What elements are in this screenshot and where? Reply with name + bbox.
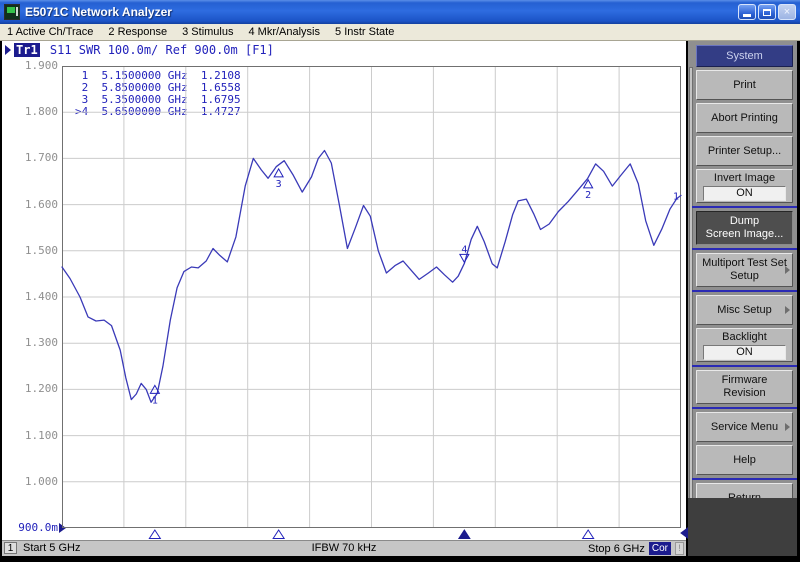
softkey-printer-setup[interactable]: Printer Setup... [696, 136, 793, 166]
status-bar: 1 Start 5 GHz IFBW 70 kHz Stop 6 GHz Cor… [2, 540, 686, 556]
softkey-stack: System Print Abort Printing Printer Setup..… [696, 45, 793, 513]
softkey-label: Help [733, 454, 756, 467]
softkey-label-line2: Setup [730, 270, 759, 283]
menu-bar: 1 Active Ch/Trace 2 Response 3 Stimulus 4 M… [0, 24, 800, 41]
softkey-print[interactable]: Print [696, 70, 793, 100]
close-icon: × [784, 7, 790, 18]
softkey-label: Abort Printing [711, 112, 778, 125]
softkey-label-line2: Screen Image... [706, 228, 784, 241]
trace-marker-number: 3 [276, 179, 282, 190]
softkey-multiport-test-set[interactable]: Multiport Test SetSetup [696, 253, 793, 287]
active-trace-arrow-icon [5, 45, 11, 55]
y-axis-label: 1.000 [4, 476, 58, 488]
softkey-separator [692, 407, 797, 409]
softkey-separator [692, 478, 797, 480]
softkey-label: System [726, 50, 763, 63]
softkey-misc-setup[interactable]: Misc Setup [696, 295, 793, 325]
softkey-label: Invert Image [714, 172, 775, 185]
softkey-firmware[interactable]: FirmwareRevision [696, 370, 793, 404]
softkey-invert-image[interactable]: Invert ImageON [696, 169, 793, 203]
channel-indicator: 1 [4, 542, 17, 554]
restore-button[interactable] [758, 4, 776, 20]
y-axis-label: 1.300 [4, 337, 58, 349]
menu-item-3[interactable]: 3 Stimulus [182, 26, 233, 38]
swr-plot[interactable]: 1 2 3 4 1 [62, 66, 681, 546]
softkey-separator [692, 365, 797, 367]
softkey-scroll-strip[interactable] [689, 67, 693, 519]
softkey-separator [692, 290, 797, 292]
softkey-label: Multiport Test Set [702, 257, 787, 270]
softkey-help[interactable]: Help [696, 445, 793, 475]
correction-status-badge: Cor [649, 542, 671, 555]
start-frequency-label: Start 5 GHz [23, 542, 80, 554]
measurement-display: Tr1 S11 SWR 100.0m/ Ref 900.0m [F1] 1.90… [2, 41, 686, 556]
trace-marker-number: 1 [152, 395, 158, 406]
stimulus-marker-icon [273, 530, 284, 539]
y-axis-label: 1.500 [4, 245, 58, 257]
window-title: E5071C Network Analyzer [25, 5, 172, 19]
menu-item-2[interactable]: 2 Response [108, 26, 167, 38]
softkey-sidebar: System Print Abort Printing Printer Setup..… [688, 41, 797, 556]
softkey-system[interactable]: System [696, 45, 793, 67]
reference-level-label: 900.0m [4, 522, 58, 534]
instrument-screen: E5071C Network Analyzer × 1 Active Ch/Tr… [0, 0, 800, 567]
status-bar-right: Stop 6 GHz Cor ! [588, 542, 684, 555]
softkey-label: Misc Setup [717, 304, 771, 317]
restore-icon [763, 9, 771, 16]
display-frame: Tr1 S11 SWR 100.0m/ Ref 900.0m [F1] 1.90… [0, 41, 800, 562]
softkey-label: Backlight [722, 331, 767, 344]
softkey-abort-printing[interactable]: Abort Printing [696, 103, 793, 133]
y-axis-label: 1.100 [4, 430, 58, 442]
softkey-backlight[interactable]: BacklightON [696, 328, 793, 362]
submenu-arrow-icon [785, 266, 790, 274]
status-alert-indicator: ! [675, 542, 684, 555]
app-icon [4, 4, 20, 20]
softkey-separator [692, 248, 797, 250]
softkey-label: Printer Setup... [708, 145, 781, 158]
softkey-dump[interactable]: DumpScreen Image... [696, 211, 793, 245]
title-bar: E5071C Network Analyzer × [0, 0, 800, 24]
minimize-button[interactable] [738, 4, 756, 20]
softkey-separator [692, 206, 797, 208]
ifbw-label: IFBW 70 kHz [312, 542, 377, 554]
stimulus-marker-active-icon [459, 530, 470, 539]
submenu-arrow-icon [785, 423, 790, 431]
trace-header: Tr1 S11 SWR 100.0m/ Ref 900.0m [F1] [5, 43, 274, 57]
y-axis-label: 1.400 [4, 291, 58, 303]
window-controls: × [738, 4, 796, 20]
trace-marker-number: 4 [461, 244, 467, 255]
close-button[interactable]: × [778, 4, 796, 20]
softkey-service-menu[interactable]: Service Menu [696, 412, 793, 442]
y-axis-label: 1.200 [4, 383, 58, 395]
plot-canvas: 1 2 3 4 1 [62, 66, 681, 546]
softkey-label-line2: Revision [723, 387, 765, 400]
softkey-label: Print [733, 79, 756, 92]
stop-frequency-label: Stop 6 GHz [588, 543, 645, 555]
trace-marker-number: 2 [585, 190, 591, 201]
sidebar-bottom-panel [688, 498, 797, 556]
trace-marker-triangle-icon [274, 169, 283, 177]
softkey-state-value: ON [703, 186, 787, 201]
trace-end-number: 1 [673, 191, 679, 202]
stimulus-marker-icon [583, 530, 594, 539]
y-axis-label: 1.800 [4, 106, 58, 118]
y-axis-label: 1.900 [4, 60, 58, 72]
menu-item-1[interactable]: 1 Active Ch/Trace [7, 26, 93, 38]
trace-name-badge[interactable]: Tr1 [14, 43, 40, 57]
y-axis-label: 1.600 [4, 199, 58, 211]
submenu-arrow-icon [785, 306, 790, 314]
trace-summary: S11 SWR 100.0m/ Ref 900.0m [F1] [43, 43, 274, 57]
softkey-label: Firmware [722, 374, 768, 387]
y-axis-label: 1.700 [4, 152, 58, 164]
stimulus-marker-icon [149, 530, 160, 539]
softkey-state-value: ON [703, 345, 787, 360]
minimize-icon [743, 14, 751, 17]
menu-item-5[interactable]: 5 Instr State [335, 26, 394, 38]
softkey-label: Dump [730, 215, 759, 228]
menu-item-4[interactable]: 4 Mkr/Analysis [248, 26, 320, 38]
softkey-label: Service Menu [711, 421, 778, 434]
